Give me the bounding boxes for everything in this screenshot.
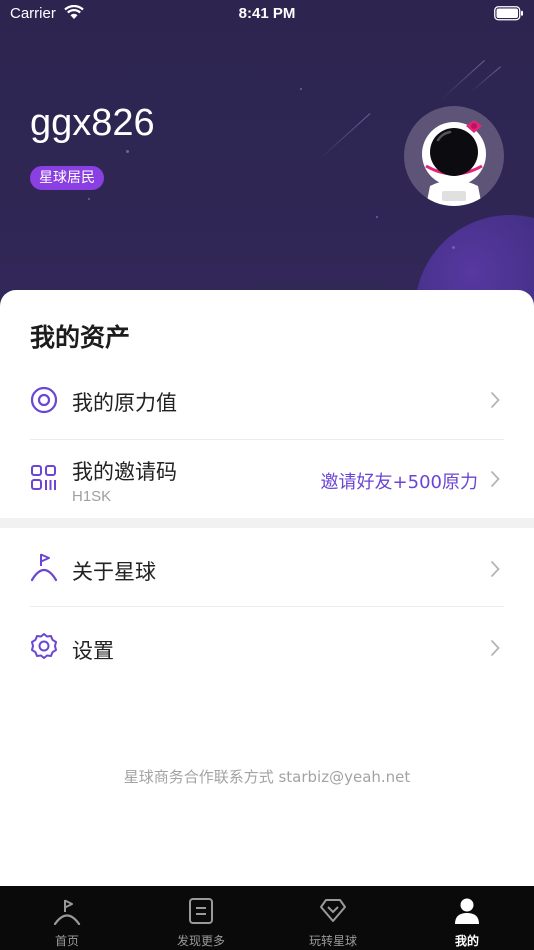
target-icon — [30, 386, 58, 418]
tab-discover[interactable]: 发现更多 — [134, 886, 268, 950]
about-label: 关于星球 — [72, 560, 156, 584]
shooting-star-decoration — [317, 113, 371, 161]
chevron-right-icon — [490, 560, 500, 582]
tab-home-label: 首页 — [54, 934, 79, 948]
member-badge: 星球居民 — [30, 166, 104, 190]
document-icon — [188, 897, 214, 929]
diamond-icon — [319, 897, 347, 927]
tab-explore-label: 玩转星球 — [308, 934, 357, 948]
shooting-star-decoration — [469, 66, 501, 93]
home-flag-icon — [53, 897, 81, 929]
force-value-label: 我的原力值 — [72, 391, 177, 415]
qr-code-icon — [30, 464, 58, 496]
avatar[interactable] — [404, 106, 504, 206]
settings-row[interactable]: 设置 — [0, 607, 534, 685]
battery-icon — [494, 6, 524, 25]
settings-label: 设置 — [72, 639, 114, 663]
astronaut-icon — [422, 120, 486, 206]
tab-me-label: 我的 — [454, 934, 479, 948]
about-row[interactable]: 关于星球 — [0, 528, 534, 606]
section-title-assets: 我的资产 — [30, 323, 131, 352]
flag-person-icon — [30, 552, 58, 586]
chevron-right-icon — [490, 639, 500, 661]
chevron-right-icon — [490, 391, 500, 413]
invite-code-row[interactable]: 我的邀请码 H1SK 邀请好友+500原力 — [0, 440, 534, 518]
status-bar: Carrier 8:41 PM — [0, 0, 534, 28]
tab-discover-label: 发现更多 — [176, 934, 225, 948]
shooting-star-decoration — [439, 59, 485, 101]
force-value-row[interactable]: 我的原力值 — [0, 374, 534, 440]
star-decoration — [452, 246, 455, 249]
invite-code-label: 我的邀请码 — [72, 460, 177, 484]
profile-header: Carrier 8:41 PM ggx826 星球居民 — [0, 0, 534, 320]
gear-icon — [30, 632, 58, 664]
business-contact-text: 星球商务合作联系方式 starbiz@yeah.net — [123, 768, 411, 786]
chevron-right-icon — [490, 470, 500, 492]
star-decoration — [300, 88, 302, 90]
star-decoration — [126, 150, 129, 153]
tab-explore[interactable]: 玩转星球 — [266, 886, 400, 950]
assets-card: 我的资产 我的原力值 我的邀请码 H1SK 邀请好友+500原力 关于星球 设置… — [0, 290, 534, 886]
section-gap — [0, 518, 534, 528]
star-decoration — [88, 198, 90, 200]
clock: 8:41 PM — [238, 5, 296, 22]
username: ggx826 — [30, 102, 155, 144]
invite-code-value: H1SK — [72, 488, 112, 505]
tab-bar: 首页 发现更多 玩转星球 我的 — [0, 886, 534, 950]
tab-me[interactable]: 我的 — [400, 886, 534, 950]
tab-home[interactable]: 首页 — [0, 886, 134, 950]
person-icon — [453, 897, 481, 929]
invite-bonus-text: 邀请好友+500原力 — [320, 472, 478, 493]
star-decoration — [376, 216, 378, 218]
